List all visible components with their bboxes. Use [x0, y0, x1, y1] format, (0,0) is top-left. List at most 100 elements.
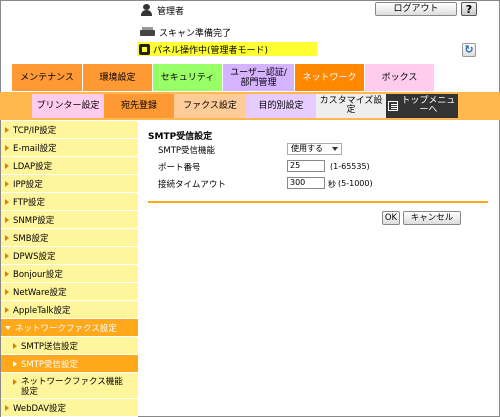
sidebar-item-ldap[interactable]: LDAP設定: [1, 157, 138, 175]
arrow-right-icon: [5, 306, 9, 313]
smtp-receive-value: 使用する: [291, 144, 323, 153]
sidebar-item-label: AppleTalk設定: [13, 305, 71, 316]
sidebar-item-smb[interactable]: SMB設定: [1, 229, 138, 247]
tab-label: 環境設定: [99, 72, 136, 83]
arrow-right-icon: [5, 198, 9, 205]
tab-label: カスタマイズ設定: [319, 96, 383, 115]
tab-purpose-settings[interactable]: 目的別設定: [246, 94, 316, 118]
arrow-right-icon: [5, 162, 9, 169]
sidebar-item-ipp[interactable]: IPP設定: [1, 175, 138, 193]
sidebar-item-network-fax[interactable]: ネットワークファクス設定: [1, 319, 138, 337]
arrow-right-icon: [13, 342, 17, 349]
sidebar-item-email[interactable]: E-mail設定: [1, 139, 138, 157]
sidebar-item-netware[interactable]: NetWare設定: [1, 283, 138, 301]
scan-status-text: スキャン準備完了: [159, 28, 232, 39]
tab-user-auth[interactable]: ユーザー認証/部門管理: [223, 64, 295, 91]
help-button[interactable]: ?: [461, 2, 477, 16]
sidebar-item-label: ネットワークファクス設定: [15, 323, 117, 334]
sidebar-item-label: FTP設定: [13, 197, 46, 208]
tab-box[interactable]: ボックス: [365, 64, 435, 91]
sidebar-item-dpws[interactable]: DPWS設定: [1, 247, 138, 265]
timeout-label: 接続タイムアウト: [158, 180, 226, 190]
tab-network[interactable]: ネットワーク: [295, 64, 365, 91]
arrow-right-icon: [5, 288, 9, 295]
arrow-right-icon: [5, 216, 9, 223]
timeout-unit: 秒: [328, 180, 336, 189]
arrow-right-icon: [5, 144, 9, 151]
smtp-receive-label: SMTP受信機能: [158, 146, 216, 156]
sidebar-item-label: DPWS設定: [13, 251, 56, 262]
panel-status-text: パネル操作中(管理者モード): [153, 45, 269, 56]
refresh-button[interactable]: ↻: [462, 43, 476, 57]
tab-label: メンテナンス: [20, 72, 74, 83]
tab-security[interactable]: セキュリティ: [153, 64, 223, 91]
tab-label: ボックス: [381, 72, 418, 83]
user-icon: [140, 4, 153, 16]
tab-printer-settings[interactable]: プリンター設定: [32, 94, 104, 118]
arrow-down-icon: [5, 325, 11, 330]
port-number-label: ポート番号: [158, 163, 201, 173]
arrow-right-icon: [5, 126, 9, 133]
sidebar-item-appletalk[interactable]: AppleTalk設定: [1, 301, 138, 319]
arrow-right-icon: [5, 234, 9, 241]
timeout-input[interactable]: 300: [287, 177, 325, 189]
sidebar-item-label: SMTP受信設定: [21, 359, 79, 370]
tab-label: トップメニューへ: [401, 96, 456, 115]
sidebar-item-label: LDAP設定: [13, 161, 53, 172]
sidebar-item-label: SMB設定: [13, 233, 49, 244]
sidebar-item-label: E-mail設定: [13, 143, 57, 154]
scanner-icon: [140, 27, 155, 37]
tab-label: プリンター設定: [36, 100, 100, 111]
tab-label: ファクス設定: [183, 100, 237, 111]
port-number-input[interactable]: 25: [287, 160, 325, 172]
tab-label: 目的別設定: [258, 100, 304, 111]
arrow-right-icon: [13, 360, 17, 367]
sidebar-item-label: ネットワークファクス機能設定: [21, 377, 123, 397]
sidebar-item-label: IPP設定: [13, 179, 43, 190]
tab-environment[interactable]: 環境設定: [83, 64, 153, 91]
sidebar: TCP/IP設定 E-mail設定 LDAP設定 IPP設定 FTP設定 SNM…: [1, 121, 138, 417]
tab-label: ネットワーク: [302, 72, 357, 83]
menu-icon: [388, 101, 398, 111]
arrow-right-icon: [5, 270, 9, 277]
arrow-right-icon: [5, 404, 9, 411]
sidebar-item-tcpip[interactable]: TCP/IP設定: [1, 121, 138, 139]
top-menu-button[interactable]: トップメニューへ: [386, 94, 458, 118]
sidebar-item-snmp[interactable]: SNMP設定: [1, 211, 138, 229]
sidebar-item-ftp[interactable]: FTP設定: [1, 193, 138, 211]
sidebar-item-label: TCP/IP設定: [13, 125, 57, 136]
sidebar-item-webdav[interactable]: WebDAV設定: [1, 399, 138, 417]
sidebar-item-label: SNMP設定: [13, 215, 55, 226]
cancel-button[interactable]: キャンセル: [403, 211, 461, 225]
sidebar-item-label: NetWare設定: [13, 287, 67, 298]
page-title: SMTP受信設定: [148, 132, 213, 142]
sidebar-item-network-fax-function[interactable]: ネットワークファクス機能設定: [1, 373, 138, 399]
ok-button[interactable]: OK: [382, 211, 400, 225]
sidebar-item-label: WebDAV設定: [13, 403, 67, 414]
sidebar-item-label: SMTP送信設定: [21, 341, 79, 352]
tab-maintenance[interactable]: メンテナンス: [12, 64, 83, 91]
form-divider: [148, 201, 488, 203]
arrow-right-icon: [13, 379, 17, 385]
sidebar-item-bonjour[interactable]: Bonjour設定: [1, 265, 138, 283]
sidebar-item-label: Bonjour設定: [13, 269, 63, 280]
arrow-right-icon: [5, 180, 9, 187]
user-indicator: 管理者: [140, 3, 184, 17]
chevron-down-icon: [332, 147, 338, 151]
timeout-range: (5-1000): [338, 179, 373, 188]
tab-fax-settings[interactable]: ファクス設定: [174, 94, 246, 118]
tab-label: ユーザー認証/部門管理: [230, 67, 287, 88]
sidebar-item-smtp-send[interactable]: SMTP送信設定: [1, 337, 138, 355]
port-number-range: (1-65535): [330, 162, 370, 171]
panel-status: パネル操作中(管理者モード): [137, 42, 317, 56]
tab-customize-settings[interactable]: カスタマイズ設定: [316, 94, 386, 118]
tab-address-registration[interactable]: 宛先登録: [104, 94, 174, 118]
user-label: 管理者: [157, 6, 185, 17]
scan-status: スキャン準備完了: [140, 25, 231, 39]
smtp-receive-select[interactable]: 使用する: [287, 143, 342, 155]
panel-lock-icon: [139, 43, 150, 55]
tab-label: 宛先登録: [120, 100, 157, 111]
arrow-right-icon: [5, 252, 9, 259]
sidebar-item-smtp-receive[interactable]: SMTP受信設定: [1, 355, 138, 373]
logout-button[interactable]: ログアウト: [375, 2, 457, 16]
